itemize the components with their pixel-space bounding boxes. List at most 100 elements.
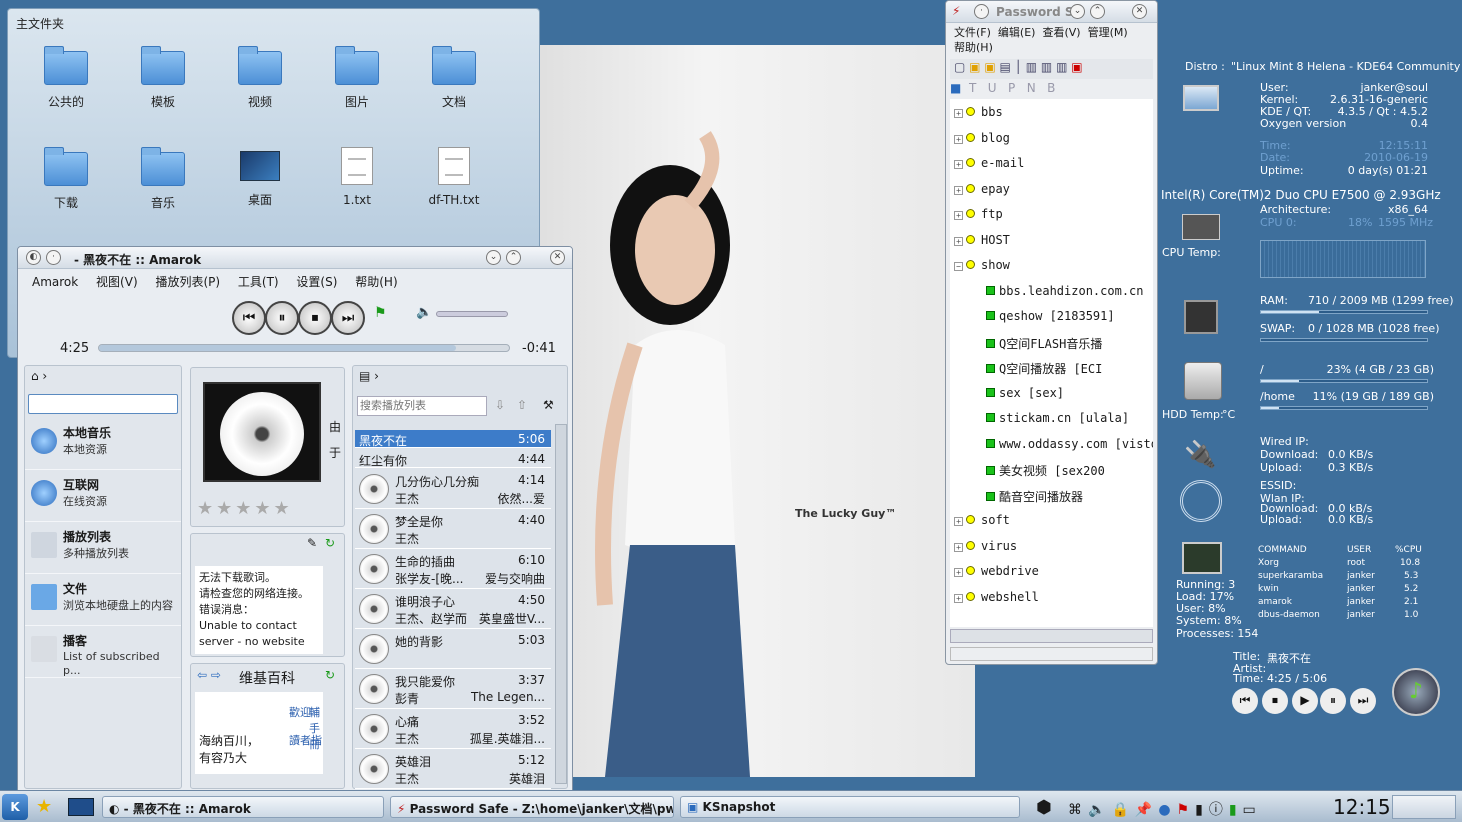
amarok-app-icon[interactable]: ◐ — [26, 250, 41, 265]
info-icon[interactable]: ⓘ — [1209, 802, 1229, 818]
toggle-b[interactable]: B — [1047, 81, 1055, 95]
widget-pause-button[interactable]: ⏸ — [1320, 688, 1346, 714]
file-df-th-txt[interactable]: df-TH.txt — [406, 147, 502, 207]
volume-slider[interactable] — [436, 311, 508, 317]
progress-track[interactable] — [98, 344, 510, 352]
arrow-up-icon[interactable]: ⇧ — [517, 398, 527, 412]
menu-tools[interactable]: 工具(T) — [238, 275, 279, 289]
menu-edit[interactable]: 编辑(E) — [998, 26, 1036, 39]
display-icon[interactable]: ▭ — [1243, 802, 1262, 818]
folder-music[interactable]: 音乐 — [115, 147, 211, 211]
source-local-music[interactable]: 本地音乐 本地资源 — [25, 418, 181, 470]
pause-button[interactable]: ⏸ — [265, 301, 299, 335]
tools-icon[interactable]: ⚒ — [543, 398, 554, 412]
tree-entry[interactable]: Q空间播放器 [ECI — [986, 360, 1102, 377]
playlist-icon[interactable]: ▤ › — [359, 369, 379, 383]
back-arrow-icon[interactable]: ⇦ ⇨ — [197, 668, 221, 682]
source-podcasts[interactable]: 播客 List of subscribed p... — [25, 626, 181, 678]
menu-help[interactable]: 帮助(H) — [954, 41, 993, 54]
widget-next-button[interactable]: ⏭ — [1350, 688, 1376, 714]
signal-icon[interactable]: ▮ — [1229, 802, 1243, 818]
folder-public[interactable]: 公共的 — [18, 46, 114, 110]
rating-stars[interactable]: ★★★★★ — [197, 498, 293, 519]
widget-stop-button[interactable]: ⏹ — [1262, 688, 1288, 714]
amarok-wolf-icon[interactable]: ♪ — [1392, 668, 1440, 716]
delete-icon[interactable]: ▣ — [1071, 60, 1082, 74]
previous-button[interactable]: ⏮ — [232, 301, 266, 335]
playlist-row[interactable]: 梦全是你 4:40 王杰 — [355, 510, 551, 549]
folder-videos[interactable]: 视频 — [212, 46, 308, 110]
tree-entry[interactable]: Q空间FLASH音乐播 — [986, 335, 1102, 352]
tree-group-ftp[interactable]: + ftp — [954, 207, 1003, 221]
source-files[interactable]: 文件 浏览本地硬盘上的内容 — [25, 574, 181, 626]
sticky-icon[interactable]: · — [46, 250, 61, 265]
tree-group-host[interactable]: + HOST — [954, 233, 1010, 247]
menu-amarok[interactable]: Amarok — [32, 275, 78, 289]
minimize-button[interactable]: ⌄ — [1070, 4, 1085, 19]
amarok-titlebar[interactable]: ◐ · - 黑夜不在 :: Amarok ⌄ ⌃ ✕ — [18, 247, 572, 269]
tree-entry[interactable]: stickam.cn [ulala] — [986, 411, 1129, 425]
close-button[interactable]: ✕ — [550, 250, 565, 265]
sticky-icon[interactable]: · — [974, 4, 989, 19]
lock-icon[interactable]: 🔒 — [1111, 802, 1134, 818]
folder-pictures[interactable]: 图片 — [309, 46, 405, 110]
flag-icon[interactable]: ⚑ — [374, 305, 387, 321]
source-playlists[interactable]: 播放列表 多种播放列表 — [25, 522, 181, 574]
folder-desktop[interactable]: 桌面 — [212, 147, 308, 208]
folder-templates[interactable]: 模板 — [115, 46, 211, 110]
stop-button[interactable]: ⏹ — [298, 301, 332, 335]
copy-icon[interactable]: ▥ — [1026, 60, 1037, 74]
pin-icon[interactable]: 📌 — [1135, 802, 1158, 818]
horizontal-scrollbar[interactable] — [950, 629, 1153, 643]
folder-downloads[interactable]: 下载 — [18, 147, 114, 211]
maximize-button[interactable]: ⌃ — [506, 250, 521, 265]
tree-entry[interactable]: sex [sex] — [986, 386, 1064, 400]
playlist-search-input[interactable] — [357, 396, 487, 416]
tree-group-webshell[interactable]: + webshell — [954, 590, 1039, 604]
toggle-title[interactable]: T — [969, 81, 976, 95]
playlist-row[interactable]: 谁明浪子心 4:50 王杰、赵学而 英皇盛世V... — [355, 590, 551, 629]
task-password-safe[interactable]: ⚡ Password Safe - Z:\home\janker\文档\pwdk… — [390, 796, 674, 818]
tree-entry[interactable]: 酷音空间播放器 — [986, 488, 1083, 505]
tree-group-webdrive[interactable]: + webdrive — [954, 564, 1039, 578]
reload-icon[interactable]: ↻ — [325, 668, 335, 682]
filter-icon[interactable]: ■ — [950, 81, 961, 95]
maximize-button[interactable]: ⌃ — [1090, 4, 1105, 19]
menu-manage[interactable]: 管理(M) — [1088, 26, 1128, 39]
tree-group-epay[interactable]: + epay — [954, 182, 1010, 196]
playlist-row[interactable]: 生命的插曲 6:10 张学友-[晚... 爱与交响曲 — [355, 550, 551, 589]
playlist-row[interactable]: 红尘有你 4:44 — [355, 450, 551, 468]
toggle-user[interactable]: U — [988, 81, 997, 95]
minimize-button[interactable]: ⌄ — [486, 250, 501, 265]
widget-previous-button[interactable]: ⏮ — [1232, 688, 1258, 714]
copy-user-icon[interactable]: ▥ — [1041, 60, 1052, 74]
tree-group-email[interactable]: + e-mail — [954, 156, 1024, 170]
menu-file[interactable]: 文件(F) — [954, 26, 991, 39]
playlist-row[interactable]: 她的背影 5:03 — [355, 630, 551, 669]
save-icon[interactable]: ▤ — [1000, 60, 1011, 74]
playlist-row[interactable]: 心痛 3:52 王杰 孤星.英雄泪... — [355, 710, 551, 749]
toggle-password[interactable]: P — [1008, 81, 1015, 95]
widget-play-button[interactable]: ▶ — [1292, 688, 1318, 714]
tree-group-bbs[interactable]: + bbs — [954, 105, 1003, 119]
new-icon[interactable]: ▢ — [954, 60, 965, 74]
pwsafe-titlebar[interactable]: ⚡ · Password S ⌄ ⌃ ✕ — [946, 1, 1157, 23]
favorites-icon[interactable]: ★ — [36, 796, 52, 817]
battery-icon[interactable]: ▮ — [1195, 802, 1209, 818]
arrow-down-icon[interactable]: ⇩ — [495, 398, 505, 412]
tree-entry[interactable]: bbs.leahdizon.com.cn [ — [986, 284, 1153, 298]
open-icon[interactable]: ▣ — [969, 60, 980, 74]
menu-view[interactable]: 视图(V) — [96, 275, 138, 289]
volume-icon[interactable]: 🔈 — [1088, 802, 1111, 818]
reload-icon[interactable]: ↻ — [325, 536, 335, 550]
menu-view[interactable]: 查看(V) — [1042, 26, 1080, 39]
menu-playlist[interactable]: 播放列表(P) — [155, 275, 220, 289]
next-button[interactable]: ⏭ — [331, 301, 365, 335]
playlist-row[interactable]: 黑夜不在 5:06 — [355, 430, 551, 448]
tree-entry[interactable]: qeshow [2183591] — [986, 309, 1115, 323]
tree-group-soft[interactable]: + soft — [954, 513, 1010, 527]
folder-icon[interactable]: ▣ — [984, 60, 995, 74]
clear-icon[interactable]: ▥ — [1056, 60, 1067, 74]
home-icon[interactable]: ⌂ › — [31, 369, 47, 383]
clock[interactable]: 12:15 — [1333, 795, 1391, 819]
